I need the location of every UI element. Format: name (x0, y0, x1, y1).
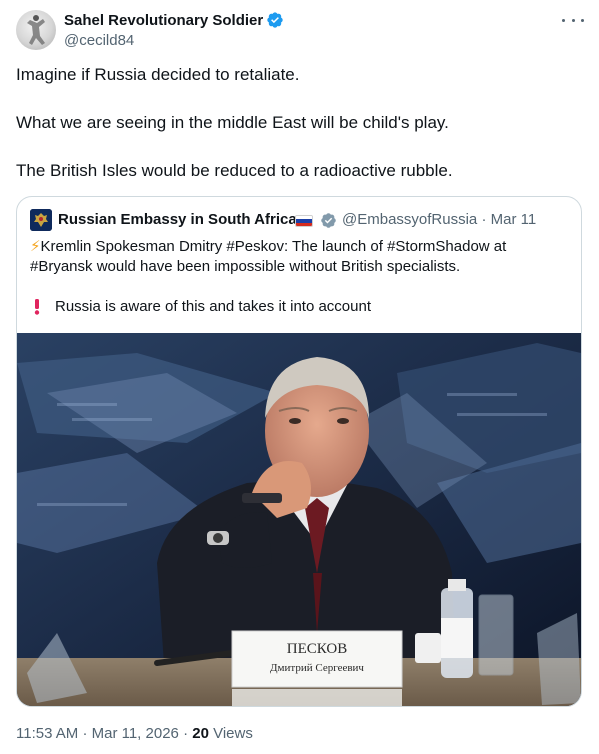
quoted-text-line-1-body: Kremlin Spokesman Dmitry #Peskov: The la… (40, 238, 507, 255)
russia-flag-icon (295, 215, 313, 227)
tweet-meta: 11:53 AM · Mar 11, 2026 · 20 Views (16, 724, 253, 744)
verified-badge-icon (267, 12, 283, 28)
tweet-text-line-3: The British Isles would be reduced to a … (16, 161, 453, 180)
tweet-card: Sahel Revolutionary Soldier @cecild84 Im… (0, 0, 599, 754)
quoted-author-meta[interactable]: @EmbassyofRussia · Mar 11 (342, 211, 536, 229)
author-avatar[interactable] (16, 10, 56, 50)
quoted-separator: · (481, 211, 487, 228)
quoted-date[interactable]: Mar 11 (491, 211, 537, 228)
tweet-time[interactable]: 11:53 AM (16, 725, 78, 742)
nameplate-line-1: ПЕСКОВ (287, 641, 347, 657)
author-name[interactable]: Sahel Revolutionary Soldier (64, 11, 263, 30)
nameplate-line-2: Дмитрий Сергеевич (270, 662, 364, 674)
meta-separator-1: · (82, 725, 88, 742)
quoted-text-line-2: #Bryansk would have been impossible with… (30, 258, 461, 275)
views-count: 20 (192, 725, 209, 742)
quoted-tweet[interactable]: Russian Embassy in South Africa @Embassy… (16, 196, 582, 707)
quoted-author-avatar[interactable] (30, 209, 52, 231)
tweet-text-line-2: What we are seeing in the middle East wi… (16, 113, 449, 132)
gray-verified-badge-icon (321, 213, 336, 228)
quoted-text-line-1: ⚡Kremlin Spokesman Dmitry #Peskov: The l… (30, 237, 506, 257)
quoted-text-line-3: Russia is aware of this and takes it int… (55, 298, 371, 315)
tweet-text-line-1: Imagine if Russia decided to retaliate. (16, 65, 300, 84)
quoted-author-name[interactable]: Russian Embassy in South Africa (58, 211, 297, 229)
lightning-icon: ⚡ (30, 238, 41, 255)
tweet-date[interactable]: Mar 11, 2026 (92, 725, 179, 742)
more-icon[interactable] (562, 12, 584, 28)
quoted-author-handle[interactable]: @EmbassyofRussia (342, 211, 477, 228)
meta-separator-2: · (183, 725, 189, 742)
quoted-photo[interactable]: ПЕСКОВ Дмитрий Сергеевич (17, 333, 581, 706)
author-handle[interactable]: @cecild84 (64, 32, 134, 50)
views-label: Views (213, 725, 253, 742)
exclamation-icon (30, 297, 54, 317)
